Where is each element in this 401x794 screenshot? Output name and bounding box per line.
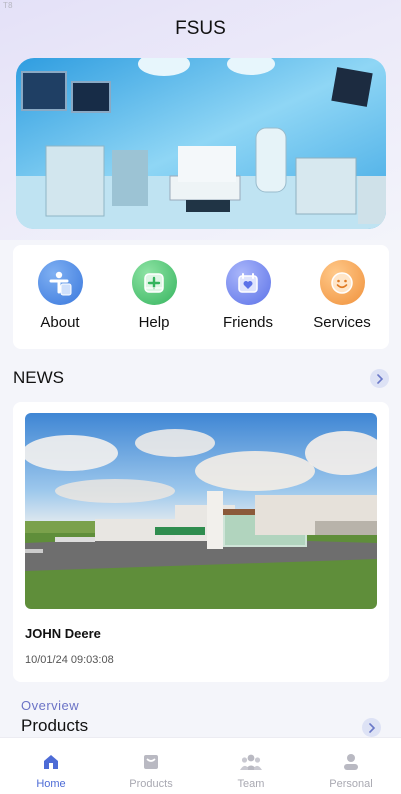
products-icon [101,752,201,772]
quick-link-help[interactable]: Help [114,260,194,331]
services-icon [319,260,365,305]
home-icon [1,752,101,772]
tab-team[interactable]: Team [201,752,301,790]
quick-link-label: Services [313,314,371,331]
news-image [25,413,377,609]
about-icon [37,260,83,305]
tab-home[interactable]: Home [1,752,101,790]
quick-links-card: About Help Friends Services [13,245,389,349]
news-more-button[interactable] [370,369,389,388]
tab-products[interactable]: Products [101,752,201,790]
quick-link-services[interactable]: Services [302,260,382,331]
news-card[interactable]: JOHN Deere 10/01/24 09:03:08 [13,402,389,682]
products-overline: Overview [21,698,80,713]
corner-tag: T8 [3,1,13,10]
help-icon [131,260,177,305]
news-date: 10/01/24 09:03:08 [25,654,114,666]
quick-link-friends[interactable]: Friends [208,260,288,331]
tab-label: Products [129,778,173,790]
personal-icon [301,752,401,772]
quick-link-about[interactable]: About [20,260,100,331]
news-title: JOHN Deere [25,626,101,641]
products-more-button[interactable] [362,718,381,737]
bottom-tab-bar: Home Products Team Personal [0,737,401,794]
banner-image[interactable] [16,58,386,229]
chevron-right-icon [376,373,383,384]
products-heading: Products [21,716,89,735]
quick-link-label: Friends [222,314,274,331]
quick-link-label: Help [138,314,170,331]
page-title: FSUS [175,18,226,39]
news-heading: NEWS [13,368,64,387]
factory-building-image [25,413,377,609]
friends-icon [225,260,271,305]
tab-personal[interactable]: Personal [301,752,401,790]
operating-room-image [16,58,386,229]
tab-label: Home [36,778,66,790]
tab-label: Personal [329,778,373,790]
quick-link-label: About [40,314,80,331]
team-icon [201,752,301,772]
tab-label: Team [237,778,265,790]
chevron-right-icon [368,722,375,733]
